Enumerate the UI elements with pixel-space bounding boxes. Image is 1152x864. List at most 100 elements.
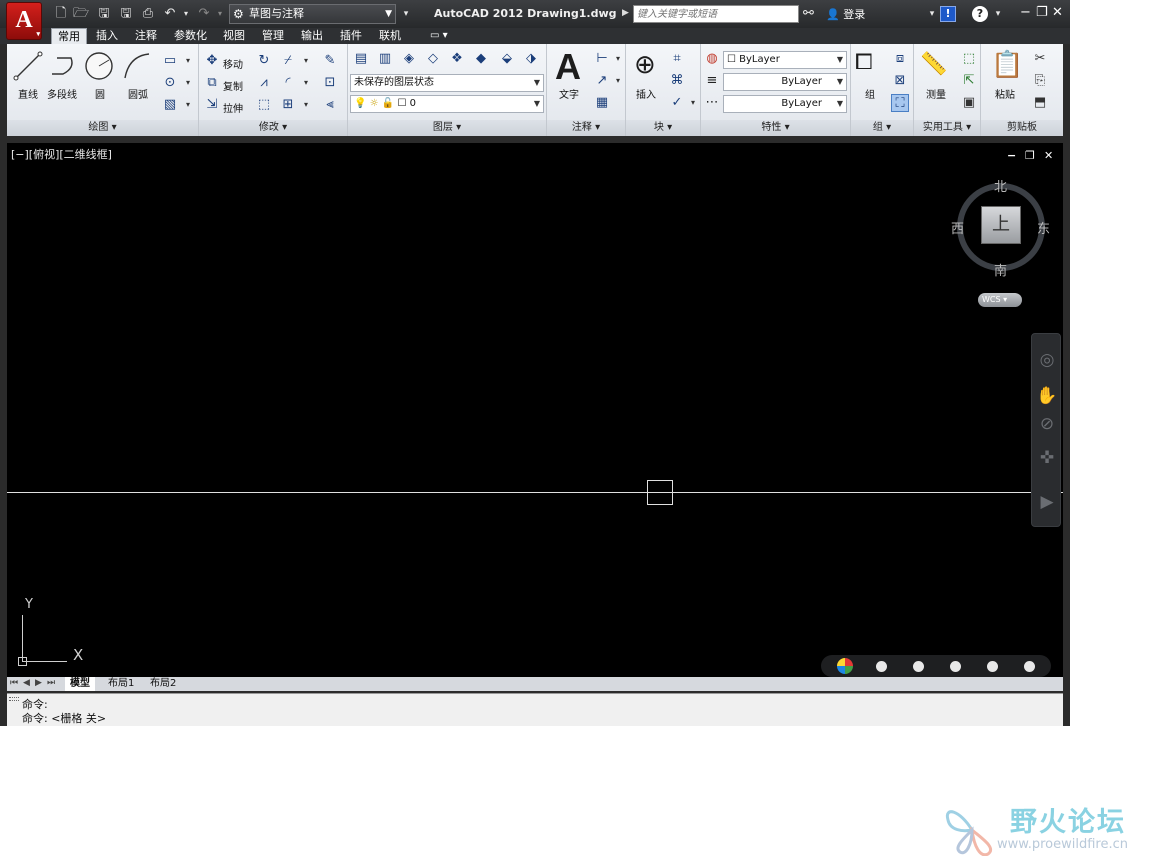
utilities-panel-title[interactable]: 实用工具 ▾ [914, 120, 980, 136]
table-icon[interactable]: ▦ [593, 94, 611, 112]
minimize-icon[interactable]: − [1020, 5, 1031, 20]
ellipse-dropdown-icon[interactable]: ▾ [179, 74, 197, 92]
viewcube-top-face[interactable]: 上 [981, 206, 1021, 244]
next-tab-icon[interactable]: ▶ [35, 678, 42, 688]
search-expand-icon[interactable]: ▶ [622, 8, 629, 18]
workspace-select[interactable]: ⚙ 草图与注释 ▼ [229, 4, 396, 24]
arc-tool-icon[interactable] [121, 50, 153, 82]
steering-wheel-icon[interactable]: ◎ [1035, 348, 1059, 372]
tab-home[interactable]: 常用 [51, 28, 87, 44]
select-similar-icon[interactable]: ⇱ [960, 72, 978, 90]
layer-isolate-icon[interactable]: ◇ [424, 50, 442, 68]
circle-tool-icon[interactable] [83, 50, 115, 82]
match-icon[interactable]: ⬒ [1031, 94, 1049, 112]
status-dot-1[interactable] [876, 661, 887, 672]
stretch-icon[interactable]: ⇲ [203, 96, 221, 114]
login-button[interactable]: 👤 登录 [826, 6, 865, 22]
pan-icon[interactable]: ✋ [1035, 384, 1059, 408]
group-selection-icon[interactable]: ⛶ [891, 94, 909, 112]
stretch-tool-label[interactable]: 拉伸 [223, 100, 243, 115]
scale-icon[interactable]: ⬚ [255, 96, 273, 114]
orbit-icon[interactable]: ✜ [1035, 446, 1059, 470]
layer-freeze-icon[interactable]: ❖ [448, 50, 466, 68]
tab-view[interactable]: 视图 [217, 28, 251, 44]
save-as-icon[interactable]: 🖫 [118, 6, 134, 22]
draw-panel-title[interactable]: 绘图 ▾ [7, 120, 198, 136]
save-icon[interactable]: 🖫 [96, 6, 112, 22]
array-icon[interactable]: ⊞ [279, 96, 297, 114]
layer-unisolate-icon[interactable]: ⬗ [522, 50, 540, 68]
lineweight-select[interactable]: ByLayer ▼ [723, 95, 847, 113]
compass-west[interactable]: 西 [951, 218, 964, 237]
tab-output[interactable]: 输出 [295, 28, 329, 44]
layer-properties-icon[interactable]: ▤ [352, 50, 370, 68]
wcs-menu-button[interactable]: WCS ▾ [978, 293, 1022, 307]
undo-icon[interactable]: ↶ [162, 6, 178, 22]
layer-match-icon[interactable]: ▥ [376, 50, 394, 68]
tab-layout1[interactable]: 布局1 [103, 677, 139, 691]
copy-icon[interactable]: ⧉ [203, 74, 221, 92]
rectangle-icon[interactable]: ▭ [161, 52, 179, 70]
viewport-restore-icon[interactable]: ❐ [1025, 149, 1035, 162]
insert-tool-label[interactable]: 插入 [636, 86, 656, 101]
ungroup-icon[interactable]: ⧈ [891, 50, 909, 68]
open-file-icon[interactable]: 🗁 [73, 6, 89, 22]
dimension-dropdown-icon[interactable]: ▾ [609, 50, 627, 68]
group-icon[interactable]: ⧠ [855, 50, 873, 75]
modify-panel-title[interactable]: 修改 ▾ [199, 120, 347, 136]
group-tool-label[interactable]: 组 [865, 86, 875, 101]
clipboard-panel-title[interactable]: 剪贴板 [981, 120, 1063, 136]
prev-tab-icon[interactable]: ◀ [23, 678, 30, 688]
fillet-dropdown-icon[interactable]: ▾ [297, 74, 315, 92]
leader-dropdown-icon[interactable]: ▾ [609, 72, 627, 90]
print-icon[interactable]: ⎙ [140, 6, 156, 22]
status-dot-5[interactable] [1024, 661, 1035, 672]
tab-parametric[interactable]: 参数化 [168, 28, 213, 44]
first-tab-icon[interactable]: ⏮ [10, 678, 18, 688]
block-panel-title[interactable]: 块 ▾ [626, 120, 700, 136]
arc-tool-label[interactable]: 圆弧 [128, 86, 148, 101]
trim-dropdown-icon[interactable]: ▾ [297, 52, 315, 70]
binoculars-icon[interactable]: ⚯ [803, 6, 814, 21]
line-tool-label[interactable]: 直线 [18, 86, 38, 101]
status-dot-2[interactable] [913, 661, 924, 672]
properties-panel-title[interactable]: 特性 ▾ [701, 120, 850, 136]
layer-lock-icon[interactable]: ⬙ [498, 50, 516, 68]
group-edit-icon[interactable]: ⊠ [891, 72, 909, 90]
redo-icon[interactable]: ↷ [196, 6, 212, 22]
groups-panel-title[interactable]: 组 ▾ [851, 120, 913, 136]
compass-south[interactable]: 南 [994, 260, 1007, 279]
move-icon[interactable]: ✥ [203, 52, 221, 70]
linetype-icon[interactable]: ⋯ [703, 94, 721, 112]
calculator-icon[interactable]: ▣ [960, 94, 978, 112]
windows-logo-icon[interactable] [837, 658, 853, 674]
tab-plugins[interactable]: 插件 [334, 28, 368, 44]
polyline-tool-label[interactable]: 多段线 [47, 86, 77, 101]
tab-annotate[interactable]: 注释 [129, 28, 163, 44]
copy-clip-icon[interactable]: ⎘ [1031, 72, 1049, 90]
layers-panel-title[interactable]: 图层 ▾ [348, 120, 546, 136]
quick-select-icon[interactable]: ⬚ [960, 50, 978, 68]
measure-icon[interactable]: 📏 [920, 52, 947, 77]
tab-insert[interactable]: 插入 [90, 28, 124, 44]
application-menu-button[interactable]: A ▾ [6, 2, 42, 40]
status-dot-3[interactable] [950, 661, 961, 672]
array-dropdown-icon[interactable]: ▾ [297, 96, 315, 114]
ellipse-icon[interactable]: ⊙ [161, 74, 179, 92]
command-line-grip[interactable] [9, 697, 19, 701]
drawn-line[interactable] [7, 492, 1063, 493]
insert-block-icon[interactable]: ⊕ [634, 50, 656, 80]
offset-icon[interactable]: ⫷ [321, 96, 339, 114]
cut-icon[interactable]: ✂ [1031, 50, 1049, 68]
annotation-panel-title[interactable]: 注释 ▾ [547, 120, 625, 136]
close-icon[interactable]: ✕ [1052, 5, 1063, 20]
hatch-icon[interactable]: ▧ [161, 96, 179, 114]
compass-east[interactable]: 东 [1037, 218, 1050, 237]
status-dot-4[interactable] [987, 661, 998, 672]
mirror-icon[interactable]: ⩘ [255, 74, 273, 92]
measure-tool-label[interactable]: 测量 [926, 86, 946, 101]
tab-online[interactable]: 联机 [373, 28, 407, 44]
search-input[interactable] [633, 5, 799, 23]
tab-manage[interactable]: 管理 [256, 28, 290, 44]
redo-dropdown-icon[interactable]: ▾ [212, 6, 228, 22]
